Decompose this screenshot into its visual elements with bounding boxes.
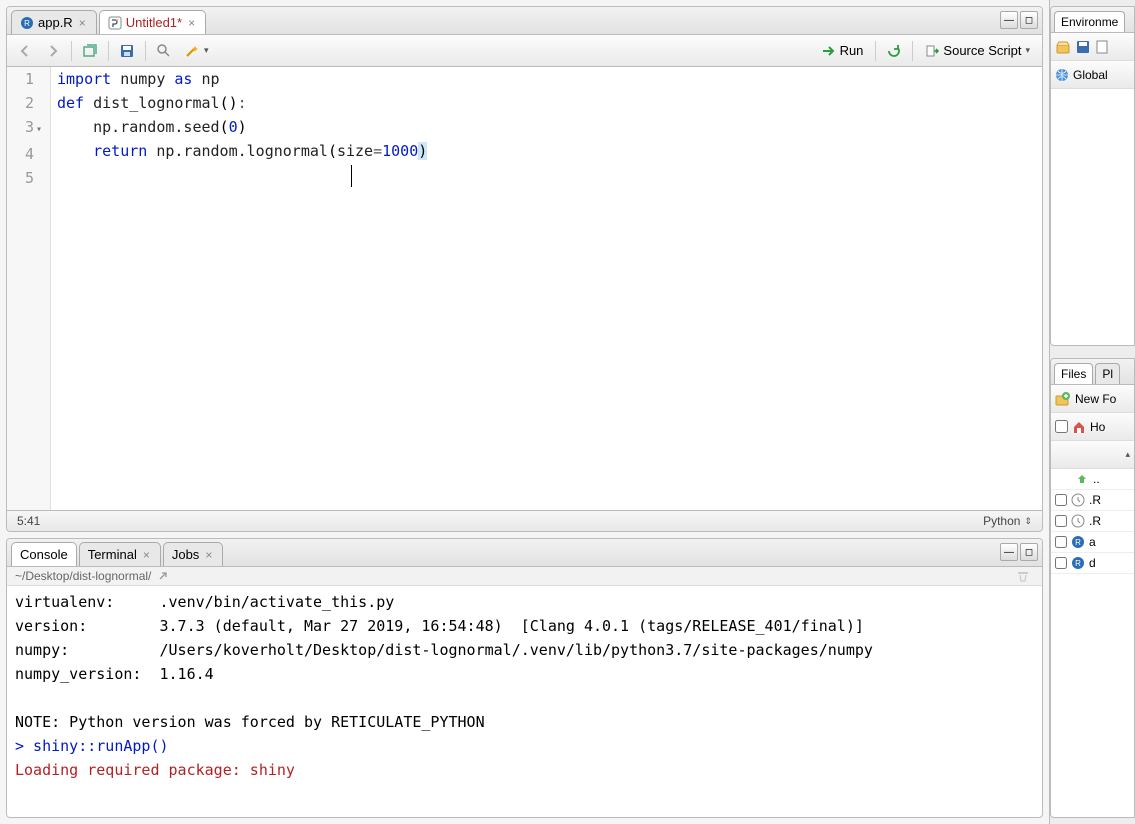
- panel-tabs: Files Pl: [1051, 359, 1134, 385]
- new-folder-label[interactable]: New Fo: [1075, 392, 1116, 406]
- console-pane: Console Terminal × Jobs × — ◻ ~/Desktop/…: [6, 538, 1043, 818]
- sort-icon[interactable]: ▴: [1125, 449, 1130, 460]
- global-env-icon: [1055, 68, 1069, 82]
- editor-tab-untitled[interactable]: Untitled1* ×: [99, 10, 206, 34]
- new-folder-icon[interactable]: [1055, 391, 1071, 407]
- show-in-new-window-button[interactable]: [78, 39, 102, 63]
- files-list: .. .R.RRaRd: [1051, 469, 1134, 574]
- console-tab-bar: Console Terminal × Jobs × — ◻: [7, 539, 1042, 567]
- console-path-bar: ~/Desktop/dist-lognormal/: [7, 567, 1042, 586]
- python-file-icon: [108, 16, 122, 30]
- cursor-position: 5:41: [17, 514, 40, 528]
- tab-terminal[interactable]: Terminal ×: [79, 542, 161, 566]
- file-icon: R: [1071, 535, 1085, 549]
- main-column: R app.R × Untitled1* × — ◻: [0, 0, 1050, 824]
- source-button[interactable]: Source Script ▾: [919, 39, 1036, 63]
- file-row[interactable]: .R: [1051, 490, 1134, 511]
- editor-status-bar: 5:41 Python ⇕: [7, 510, 1042, 531]
- tab-label: app.R: [38, 15, 73, 30]
- source-label: Source Script: [943, 43, 1021, 58]
- side-column: Environme Global Files: [1050, 0, 1135, 824]
- tab-label: Untitled1*: [126, 15, 182, 30]
- r-file-icon: R: [20, 16, 34, 30]
- svg-text:R: R: [1075, 538, 1081, 547]
- scope-label[interactable]: Global: [1073, 68, 1108, 82]
- select-all-checkbox[interactable]: [1055, 420, 1068, 433]
- console-output[interactable]: virtualenv: .venv/bin/activate_this.pyve…: [7, 586, 1042, 817]
- import-icon[interactable]: [1095, 39, 1111, 55]
- editor-tab-bar: R app.R × Untitled1* × — ◻: [7, 7, 1042, 35]
- home-icon[interactable]: [1072, 420, 1086, 434]
- line-gutter: 123 ▾45: [7, 67, 51, 510]
- run-button[interactable]: Run: [816, 39, 870, 63]
- forward-button[interactable]: [41, 39, 65, 63]
- maximize-icon[interactable]: ◻: [1020, 11, 1038, 29]
- minimize-icon[interactable]: —: [1000, 11, 1018, 29]
- close-icon[interactable]: ×: [141, 548, 152, 562]
- files-toolbar: New Fo: [1051, 385, 1134, 413]
- env-scope-bar: Global: [1051, 61, 1134, 89]
- svg-text:R: R: [24, 19, 30, 28]
- file-name: a: [1089, 535, 1096, 549]
- file-checkbox[interactable]: [1055, 494, 1067, 506]
- load-icon[interactable]: [1055, 39, 1071, 55]
- tab-jobs[interactable]: Jobs ×: [163, 542, 223, 566]
- panel-tabs: Environme: [1051, 7, 1134, 33]
- window-controls: — ◻: [1000, 11, 1038, 29]
- file-name: .R: [1089, 493, 1101, 507]
- folder-up-icon: [1075, 472, 1089, 486]
- minimize-icon[interactable]: —: [1000, 543, 1018, 561]
- editor-tab-app-r[interactable]: R app.R ×: [11, 10, 97, 34]
- file-row[interactable]: .R: [1051, 511, 1134, 532]
- window-controls: — ◻: [1000, 543, 1038, 561]
- file-name: .R: [1089, 514, 1101, 528]
- files-breadcrumb: Ho: [1051, 413, 1134, 441]
- close-icon[interactable]: ×: [77, 16, 88, 30]
- file-icon: [1071, 514, 1085, 528]
- tab-console[interactable]: Console: [11, 542, 77, 566]
- file-icon: R: [1071, 556, 1085, 570]
- console-path: ~/Desktop/dist-lognormal/: [15, 569, 151, 583]
- text-cursor: [351, 165, 352, 187]
- tab-files[interactable]: Files: [1054, 363, 1093, 384]
- environment-panel: Environme Global: [1050, 6, 1135, 346]
- files-panel: Files Pl New Fo Ho ▴: [1050, 358, 1135, 818]
- file-row[interactable]: Ra: [1051, 532, 1134, 553]
- files-header: ▴: [1051, 441, 1134, 469]
- close-icon[interactable]: ×: [203, 548, 214, 562]
- save-button[interactable]: [115, 39, 139, 63]
- editor-toolbar: ▾ Run Source Script ▾: [7, 35, 1042, 67]
- rerun-button[interactable]: [882, 39, 906, 63]
- editor-pane: R app.R × Untitled1* × — ◻: [6, 6, 1043, 532]
- code-content[interactable]: import numpy as npdef dist_lognormal(): …: [51, 67, 1042, 510]
- file-checkbox[interactable]: [1055, 515, 1067, 527]
- code-editor[interactable]: 123 ▾45 import numpy as npdef dist_logno…: [7, 67, 1042, 510]
- language-selector[interactable]: Python ⇕: [983, 514, 1032, 528]
- chevron-down-icon: ▾: [1025, 45, 1030, 56]
- run-label: Run: [840, 43, 864, 58]
- find-button[interactable]: [152, 39, 176, 63]
- back-button[interactable]: [13, 39, 37, 63]
- close-icon[interactable]: ×: [186, 16, 197, 30]
- file-name: d: [1089, 556, 1096, 570]
- chevron-down-icon: ⇕: [1024, 516, 1032, 527]
- chevron-down-icon: ▾: [204, 45, 209, 56]
- file-checkbox[interactable]: [1055, 557, 1067, 569]
- maximize-icon[interactable]: ◻: [1020, 543, 1038, 561]
- tab-plots[interactable]: Pl: [1095, 363, 1120, 384]
- popout-icon[interactable]: [157, 570, 169, 582]
- tab-environment[interactable]: Environme: [1054, 11, 1125, 32]
- file-row[interactable]: Rd: [1051, 553, 1134, 574]
- env-toolbar: [1051, 33, 1134, 61]
- wand-button[interactable]: ▾: [180, 39, 213, 63]
- file-checkbox[interactable]: [1055, 536, 1067, 548]
- clear-console-icon[interactable]: [1016, 569, 1030, 583]
- file-up-row[interactable]: ..: [1051, 469, 1134, 490]
- home-label[interactable]: Ho: [1090, 420, 1105, 434]
- svg-text:R: R: [1075, 559, 1081, 568]
- file-icon: [1071, 493, 1085, 507]
- save-icon[interactable]: [1075, 39, 1091, 55]
